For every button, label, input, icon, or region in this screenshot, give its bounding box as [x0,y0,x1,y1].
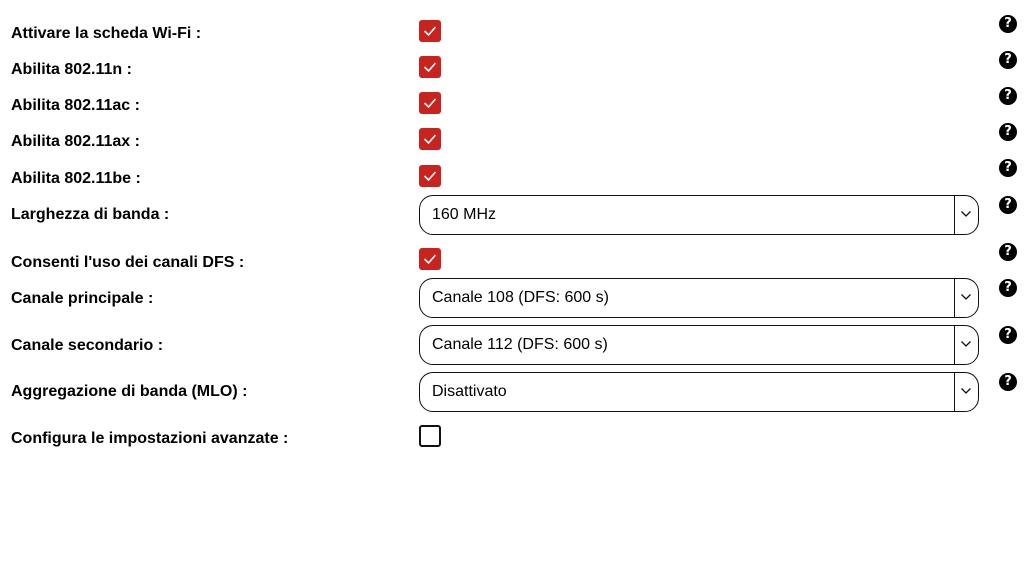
checkmark-icon [423,254,437,265]
80211ac-checkbox[interactable] [419,92,441,114]
help-icon-dfs-channels[interactable]: ? [999,243,1017,261]
chevron-down-icon[interactable] [954,326,978,364]
label-80211n: Abilita 802.11n : [11,61,132,78]
checkmark-icon [423,62,437,73]
help-icon-80211ac[interactable]: ? [999,87,1017,105]
help-icon-80211be[interactable]: ? [999,159,1017,177]
primary-channel-select-value: Canale 108 (DFS: 600 s) [432,289,609,306]
advanced-settings-checkbox[interactable] [419,425,441,447]
help-icon-mlo[interactable]: ? [999,373,1017,391]
help-icon-secondary-channel[interactable]: ? [999,326,1017,344]
mlo-select-value: Disattivato [432,383,507,400]
help-icon-80211ax[interactable]: ? [999,123,1017,141]
label-primary-channel: Canale principale : [11,290,154,307]
label-wifi-enable: Attivare la scheda Wi-Fi : [11,25,202,42]
80211be-checkbox[interactable] [419,165,441,187]
bandwidth-select[interactable]: 160 MHz [419,195,979,235]
secondary-channel-select[interactable]: Canale 112 (DFS: 600 s) [419,325,979,365]
label-mlo: Aggregazione di banda (MLO) : [11,383,248,400]
label-bandwidth: Larghezza di banda : [11,206,170,223]
chevron-down-icon[interactable] [954,373,978,411]
checkmark-icon [423,171,437,182]
label-dfs-channels: Consenti l'uso dei canali DFS : [11,254,245,271]
80211ax-checkbox[interactable] [419,128,441,150]
secondary-channel-select-value: Canale 112 (DFS: 600 s) [432,336,608,353]
wifi-enable-checkbox[interactable] [419,20,441,42]
80211n-checkbox[interactable] [419,56,441,78]
help-icon-primary-channel[interactable]: ? [999,279,1017,297]
checkmark-icon [423,26,437,37]
dfs-channels-checkbox[interactable] [419,248,441,270]
label-secondary-channel: Canale secondario : [11,337,164,354]
label-80211be: Abilita 802.11be : [11,170,141,187]
checkmark-icon [423,98,437,109]
mlo-select[interactable]: Disattivato [419,372,979,412]
label-advanced-settings: Configura le impostazioni avanzate : [11,430,289,447]
label-80211ax: Abilita 802.11ax : [11,133,140,150]
label-80211ac: Abilita 802.11ac : [11,97,140,114]
chevron-down-icon[interactable] [954,279,978,317]
chevron-down-icon[interactable] [954,196,978,234]
checkmark-icon [423,134,437,145]
help-icon-80211n[interactable]: ? [999,51,1017,69]
help-icon-bandwidth[interactable]: ? [999,196,1017,214]
bandwidth-select-value: 160 MHz [432,206,497,223]
primary-channel-select[interactable]: Canale 108 (DFS: 600 s) [419,278,979,318]
help-icon-wifi-enable[interactable]: ? [999,15,1017,33]
